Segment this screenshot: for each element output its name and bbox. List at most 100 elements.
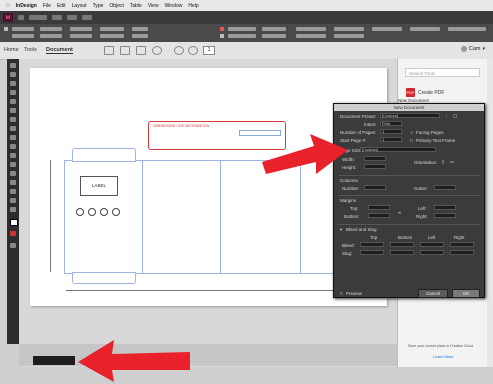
nav-home[interactable]: Home — [4, 47, 19, 53]
create-pdf-link[interactable]: Create PDF — [418, 90, 444, 96]
opacity-field[interactable] — [296, 27, 326, 31]
workspace-dropdown[interactable] — [448, 27, 486, 31]
menu-object[interactable]: Object — [109, 3, 123, 9]
portrait-icon[interactable]: ▯ — [442, 159, 444, 165]
scale-y-field[interactable] — [70, 34, 92, 38]
screen-mode-icon[interactable] — [10, 243, 16, 248]
height-field[interactable] — [364, 164, 386, 169]
document-preset-select[interactable]: [Custom] — [380, 113, 440, 118]
margin-bottom-field[interactable] — [368, 213, 390, 218]
pdf-icon[interactable]: PDF — [406, 88, 415, 97]
screen-mode-icon[interactable] — [67, 15, 77, 20]
arrange-icon[interactable] — [82, 15, 92, 20]
menu-edit[interactable]: Edit — [57, 3, 66, 9]
text-wrap-icon[interactable] — [334, 27, 364, 31]
type-tool-icon[interactable] — [10, 99, 16, 104]
rectangle-tool-icon[interactable] — [10, 144, 16, 149]
start-page-field[interactable]: 1 — [380, 137, 402, 142]
bleed-right-field[interactable] — [450, 242, 474, 247]
h-field[interactable] — [40, 34, 62, 38]
margin-top-field[interactable] — [368, 205, 390, 210]
label-box[interactable]: LABEL — [80, 176, 118, 196]
next-page-icon[interactable] — [188, 46, 198, 55]
menu-layout[interactable]: Layout — [72, 3, 87, 9]
slug-left-field[interactable] — [420, 250, 444, 255]
page-number-field[interactable]: 1 — [203, 46, 215, 55]
shear-field[interactable] — [100, 34, 124, 38]
save-preset-icon[interactable]: ↓ — [445, 113, 447, 118]
rectangle-frame-tool-icon[interactable] — [10, 135, 16, 140]
slug-right-field[interactable] — [450, 250, 474, 255]
menu-help[interactable]: Help — [188, 3, 198, 9]
align-icon[interactable] — [334, 34, 364, 38]
fill-swatch-icon[interactable] — [220, 27, 224, 31]
column-number-field[interactable] — [364, 185, 386, 190]
menu-view[interactable]: View — [148, 3, 159, 9]
box-panel-side[interactable] — [142, 160, 222, 274]
cancel-button[interactable]: Cancel — [418, 289, 448, 298]
delete-preset-icon[interactable]: ▢ — [453, 113, 457, 119]
fitting-icon[interactable] — [410, 27, 440, 31]
rotate-field[interactable] — [100, 27, 124, 31]
zoom-status-box[interactable] — [33, 356, 75, 365]
selection-tool-icon[interactable] — [10, 63, 16, 68]
make-margins-same-icon[interactable]: ∞ — [398, 210, 401, 215]
menu-type[interactable]: Type — [93, 3, 104, 9]
apple-icon[interactable]:  — [6, 3, 10, 9]
effects-field[interactable] — [296, 34, 326, 38]
menu-window[interactable]: Window — [165, 3, 183, 9]
y-field[interactable] — [12, 34, 34, 38]
preview-checkbox[interactable]: □ — [340, 291, 343, 296]
zoom-dropdown[interactable] — [29, 15, 47, 20]
gutter-field[interactable] — [434, 185, 456, 190]
x-field[interactable] — [12, 27, 34, 31]
scissors-tool-icon[interactable] — [10, 153, 16, 158]
hand-tool-icon[interactable] — [10, 198, 16, 203]
w-field[interactable] — [40, 27, 62, 31]
share-icon[interactable] — [136, 46, 146, 55]
page-size-select[interactable]: [Custom] — [360, 147, 436, 152]
gap-tool-icon[interactable] — [10, 90, 16, 95]
pen-tool-icon[interactable] — [10, 117, 16, 122]
bottom-tuck-flap[interactable] — [72, 272, 136, 284]
print-icon[interactable] — [120, 46, 130, 55]
bleed-bottom-field[interactable] — [390, 242, 414, 247]
object-style-dropdown[interactable] — [372, 27, 402, 31]
pencil-tool-icon[interactable] — [10, 126, 16, 131]
bleed-top-field[interactable] — [360, 242, 384, 247]
nav-tools[interactable]: Tools — [24, 47, 37, 53]
width-field[interactable] — [364, 156, 386, 161]
zoom-tool-icon[interactable] — [10, 207, 16, 212]
fill-dropdown[interactable] — [228, 27, 256, 31]
slug-bottom-field[interactable] — [390, 250, 414, 255]
view-options-icon[interactable] — [52, 15, 62, 20]
line-tool-icon[interactable] — [10, 108, 16, 113]
eyedropper-tool-icon[interactable] — [10, 189, 16, 194]
bridge-icon[interactable] — [18, 15, 24, 20]
note-tool-icon[interactable] — [10, 180, 16, 185]
margin-right-field[interactable] — [434, 213, 456, 218]
top-tuck-flap[interactable] — [72, 148, 136, 162]
fill-stroke-icon[interactable] — [10, 219, 18, 226]
flip-icon[interactable] — [132, 27, 148, 31]
stroke-dropdown[interactable] — [228, 34, 256, 38]
search-tools-input[interactable]: Search Tools — [405, 68, 480, 77]
stroke-type-dropdown[interactable] — [262, 34, 286, 38]
menu-table[interactable]: Table — [130, 3, 142, 9]
number-of-pages-field[interactable]: 1 — [380, 129, 402, 134]
facing-pages-checkbox[interactable]: ✓ — [410, 130, 414, 136]
menu-indesign[interactable]: InDesign — [16, 3, 37, 9]
landscape-icon[interactable]: ▭ — [450, 159, 454, 165]
apply-color-icon[interactable] — [10, 231, 16, 236]
select-container-icon[interactable] — [132, 34, 148, 38]
ok-button[interactable]: OK — [452, 289, 480, 298]
stroke-weight-field[interactable] — [262, 27, 286, 31]
reference-point-icon[interactable] — [4, 27, 8, 31]
nav-document[interactable]: Document — [46, 47, 73, 54]
save-icon[interactable] — [104, 46, 114, 55]
bleed-slug-toggle-icon[interactable]: ▾ — [340, 227, 342, 233]
bleed-left-field[interactable] — [420, 242, 444, 247]
direct-selection-tool-icon[interactable] — [10, 72, 16, 77]
intent-select[interactable]: Print — [380, 121, 402, 126]
gradient-tool-icon[interactable] — [10, 171, 16, 176]
